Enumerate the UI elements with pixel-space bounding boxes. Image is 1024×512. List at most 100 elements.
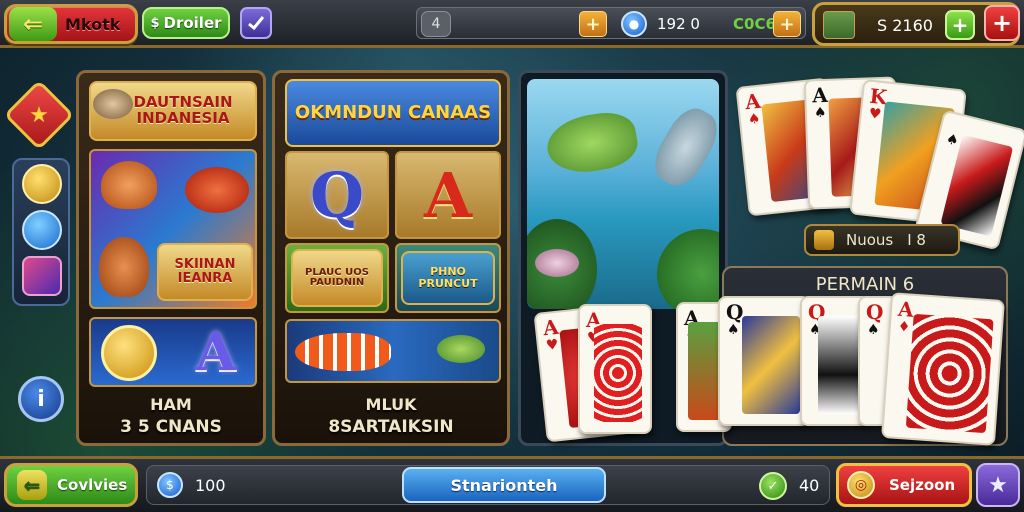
star-icon: ★ [988,472,1008,498]
coins-value: 192 0 [657,15,700,33]
tile2-letter-a: A [423,158,473,232]
check-icon: ✓ [759,472,787,500]
coin-icon: ◎ [847,471,875,499]
card-suit: ♠ [867,322,880,338]
shop-button[interactable]: + [984,5,1020,41]
redeem-label: Sejzoon [889,476,956,494]
coin-icon: $ [157,472,183,498]
status-icon[interactable]: 4 [421,11,451,37]
card-rank: A [743,88,762,115]
game-tile-2[interactable]: OKMNDUN CANAAS Q A PLAUC UOS PAUIDNIN PH… [272,70,510,446]
goods-label: Covlvies [57,476,128,494]
add-button[interactable]: + [579,11,607,37]
card-suit: ♠ [727,322,740,338]
back-button[interactable]: ⇐ Mkotk [4,4,138,44]
card-face [594,324,642,422]
tile2-mini-panel-right: PHNO PRUNCUT [395,243,501,313]
dealer-button[interactable]: $ Droiler [142,7,230,39]
card-face [940,134,1014,237]
cash-stack-icon [823,11,855,39]
info-button[interactable]: i [18,376,64,422]
card-face [742,316,800,414]
card-suit: ♦ [897,318,911,336]
right-value: 40 [799,476,820,495]
fish-icon [646,100,719,194]
tile2-mini-banner-right: PHNO PRUNCUT [401,251,495,305]
side-menu [12,158,70,306]
fish-icon [542,107,642,179]
playing-card[interactable]: Q ♠ [718,296,810,426]
tile2-banner: OKMNDUN CANAAS [285,79,501,147]
star-icon: ★ [29,102,49,128]
tile2-caption-line1: MLUK [365,395,417,414]
gems-value: C0C6 [733,15,776,33]
coin-icon[interactable] [22,164,62,204]
tile2-mini-banner-left: PLAUC UOS PAUIDNIN [291,249,383,307]
tile2-fish-panel [285,319,501,383]
chat-icon[interactable] [22,210,62,250]
fox-icon [99,237,149,297]
tile2-a-panel: A [395,151,501,239]
arrow-left-icon: ⇐ [17,470,47,500]
card-face [688,322,722,420]
foliage [657,229,719,309]
checkmark-icon[interactable] [240,7,272,39]
gold-coin-icon [101,325,157,381]
dollar-icon: $ [150,15,160,31]
player-value: I 8 [907,231,926,249]
card-rank: A [811,82,829,108]
goods-button[interactable]: ⇐ Covlvies [4,463,138,507]
dealer-label: Droiler [163,14,222,32]
tile2-mini-banner-right-text: PHNO PRUNCUT [418,265,478,290]
status-value: 4 [431,16,441,32]
card-rank: A [897,296,915,322]
tile2-caption-line2: 8SARTAIKSIN [328,417,454,437]
fish-icon [185,167,249,213]
start-button[interactable]: Stnarionteh [402,467,606,503]
tile2-banner-text: OKMNDUN CANAAS [294,101,492,123]
tile1-art-banner: SKIINAN IEANRA [157,243,253,301]
tile2-q-panel: Q [285,151,389,239]
tile2-mini-panel-left: PLAUC UOS PAUIDNIN [285,243,389,313]
start-label: Stnarionteh [450,475,558,495]
player-name: Nuous [846,231,894,249]
tile2-mini-banner-left-text: PLAUC UOS PAUIDNIN [305,266,369,288]
clownfish-icon [295,333,391,371]
card-face [818,316,860,414]
info-icon: i [37,386,45,412]
playing-card[interactable]: A ♦ [881,292,1005,446]
fish-icon [535,249,579,277]
tile2-letter-q: Q [309,158,364,232]
back-label: Mkotk [65,14,121,34]
player-name-plate: Nuous I 8 [804,224,960,256]
add-gems-button[interactable]: + [773,11,801,37]
fox-icon [101,161,157,209]
add-balance-button[interactable]: + [945,10,975,40]
status-strip: 4 + ● 192 0 C0C6 + [416,7,806,39]
tile1-letter: A [195,321,237,383]
left-value: 100 [195,476,226,495]
card-suit: ♠ [944,131,961,150]
tile1-caption-line1: HAM [150,395,192,414]
card-suit: ♠ [747,110,762,128]
game-tile-1[interactable]: DAUTNSAIN INDANESIA SKIINAN IEANRA A HAM… [76,70,266,446]
playing-card[interactable]: A ♥ [578,304,652,434]
table-title: PERMAIN 6 [815,274,915,295]
card-rank: A [541,314,560,341]
tile1-letter-panel: A [89,317,257,387]
card-suit: ♥ [867,105,883,123]
coin-icon: ● [621,11,647,37]
card-suit: ♠ [813,104,827,122]
card-rank: Q [726,300,744,324]
balance-value: S 2160 [877,16,933,35]
arrow-left-icon: ⇐ [9,7,57,41]
tile1-art: SKIINAN IEANRA [89,149,257,309]
gift-icon[interactable] [22,256,62,296]
star-button[interactable]: ★ [976,463,1020,507]
card-rank: Q [866,300,884,324]
redeem-button[interactable]: ◎ Sejzoon [836,463,972,507]
chip-icon [814,230,834,250]
fish-icon [437,335,485,363]
fish-icon [93,89,133,119]
card-face [905,313,994,434]
